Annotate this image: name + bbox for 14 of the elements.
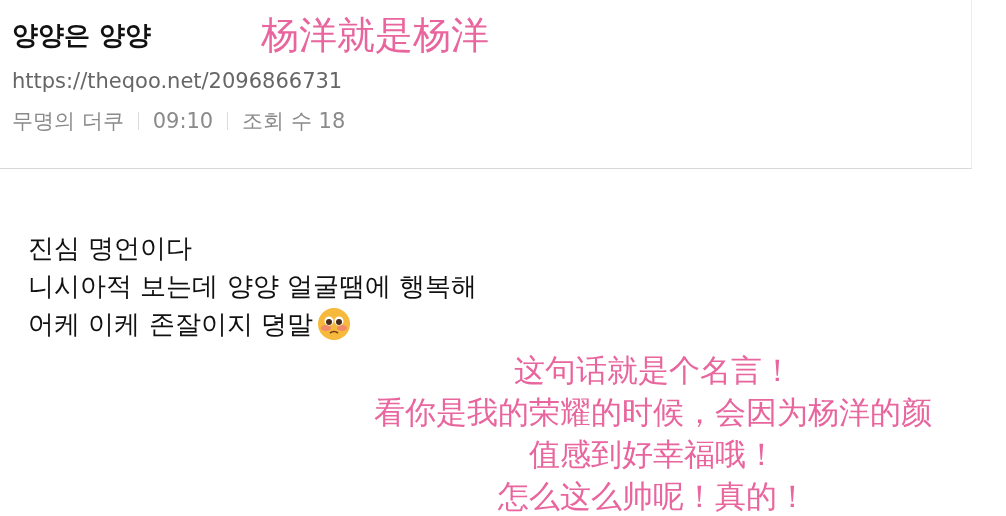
translation-text: 值感到好幸福哦！ [529, 435, 777, 474]
translation-text: 看你是我的荣耀的时候，会因为杨洋的颜 [374, 393, 932, 432]
translation-text: 怎么这么帅呢！真的！ [498, 477, 808, 516]
post-text: 니시아적 보는데 양양 얼굴땜에 행복해 [28, 270, 478, 303]
post-url[interactable]: https://theqoo.net/2096866731 [12, 69, 971, 93]
translation-text: 这句话就是个名言！ [513, 351, 793, 390]
post-meta: 09:10 [152, 109, 214, 133]
post-text: 진심 명언이다 [28, 232, 193, 265]
title-translation: 杨洋就是杨洋 [261, 12, 490, 59]
post-title: 양양은 양양 [12, 19, 152, 52]
post-text: 어케 이케 존잘이지 뎡말 [28, 308, 313, 341]
post-meta: 무명의 더쿠 [12, 108, 124, 135]
post-meta: 조회 수 18 [242, 108, 346, 135]
pleading-face-icon [316, 307, 351, 341]
